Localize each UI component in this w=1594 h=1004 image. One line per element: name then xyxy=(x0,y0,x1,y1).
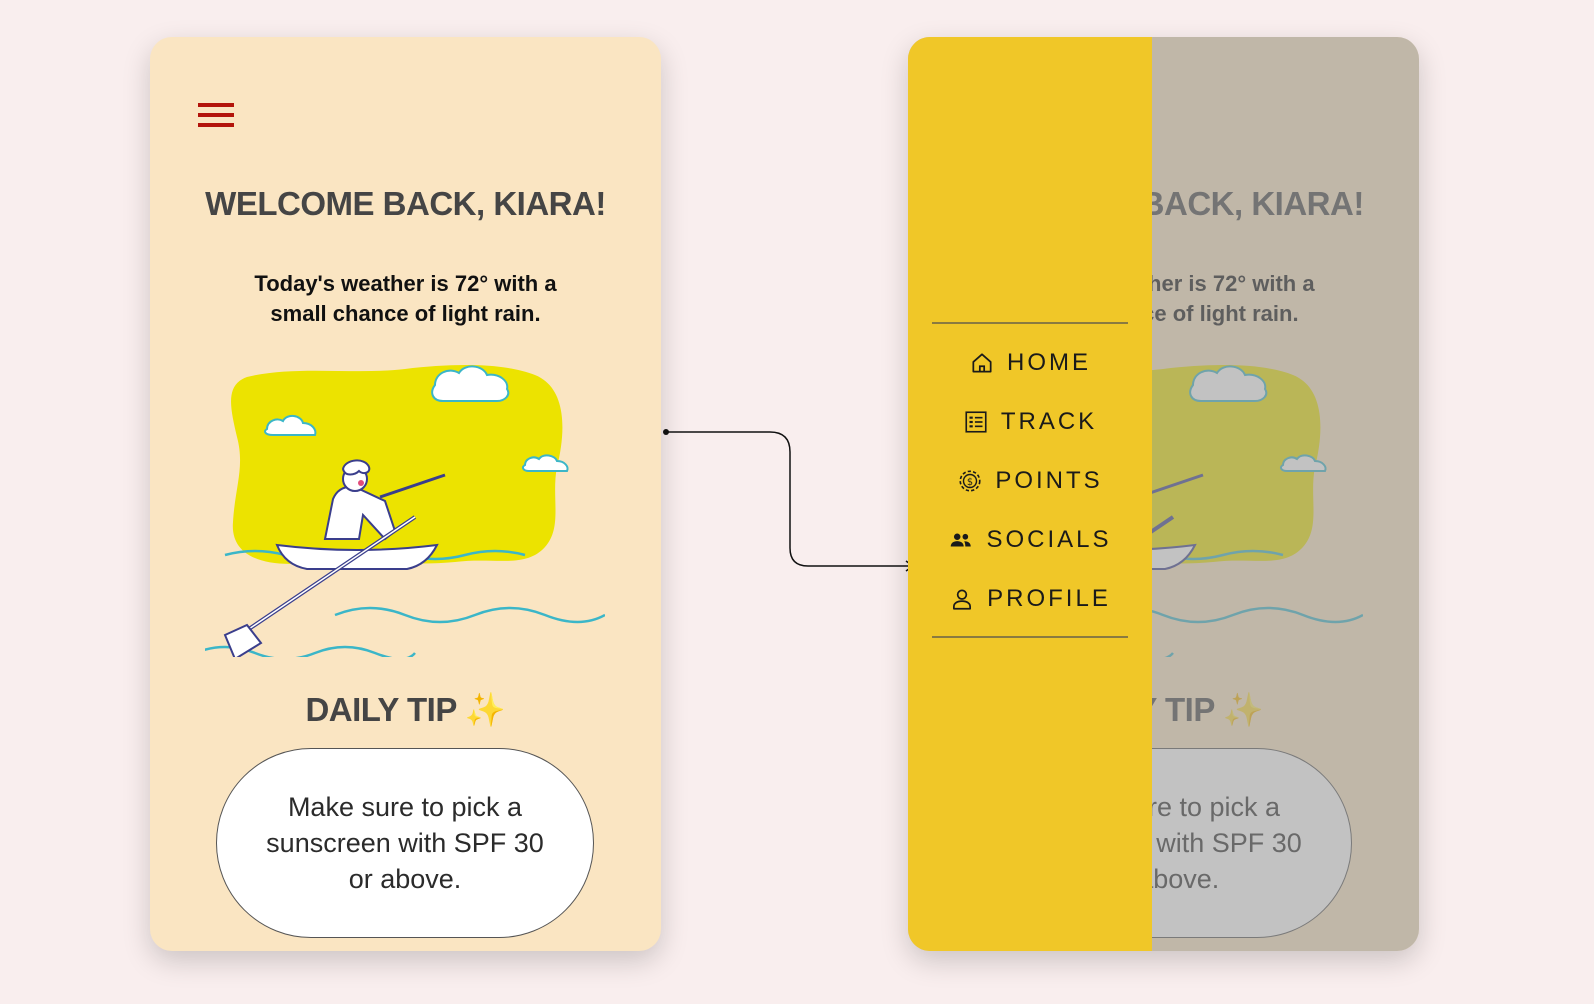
drawer-divider-bottom xyxy=(932,636,1128,638)
people-icon xyxy=(951,533,972,547)
nav-label-profile: PROFILE xyxy=(987,585,1111,612)
nav-label-points: POINTS xyxy=(995,467,1103,494)
person-icon xyxy=(953,589,972,610)
home-icon xyxy=(972,353,992,373)
nav-label-home: HOME xyxy=(1007,349,1091,376)
drawer-divider-top xyxy=(932,322,1128,324)
nav-item-profile[interactable]: PROFILE xyxy=(908,579,1152,619)
nav-item-socials[interactable]: SOCIALS xyxy=(908,520,1152,560)
nav-label-socials: SOCIALS xyxy=(986,526,1112,553)
nav-drawer: HOME TRACK $ POINTS SOCIALS PROFILE xyxy=(908,37,1152,951)
svg-text:$: $ xyxy=(967,477,973,488)
home-screen-menu-open: WELCOME BACK, KIARA! Today's weather is … xyxy=(908,37,1419,951)
nav-item-track[interactable]: TRACK xyxy=(908,402,1152,442)
coin-points-icon: $ xyxy=(959,470,981,492)
nav-item-home[interactable]: HOME xyxy=(908,343,1152,383)
track-list-icon xyxy=(965,411,987,433)
nav-label-track: TRACK xyxy=(1000,408,1098,435)
nav-item-points[interactable]: $ POINTS xyxy=(908,461,1152,501)
